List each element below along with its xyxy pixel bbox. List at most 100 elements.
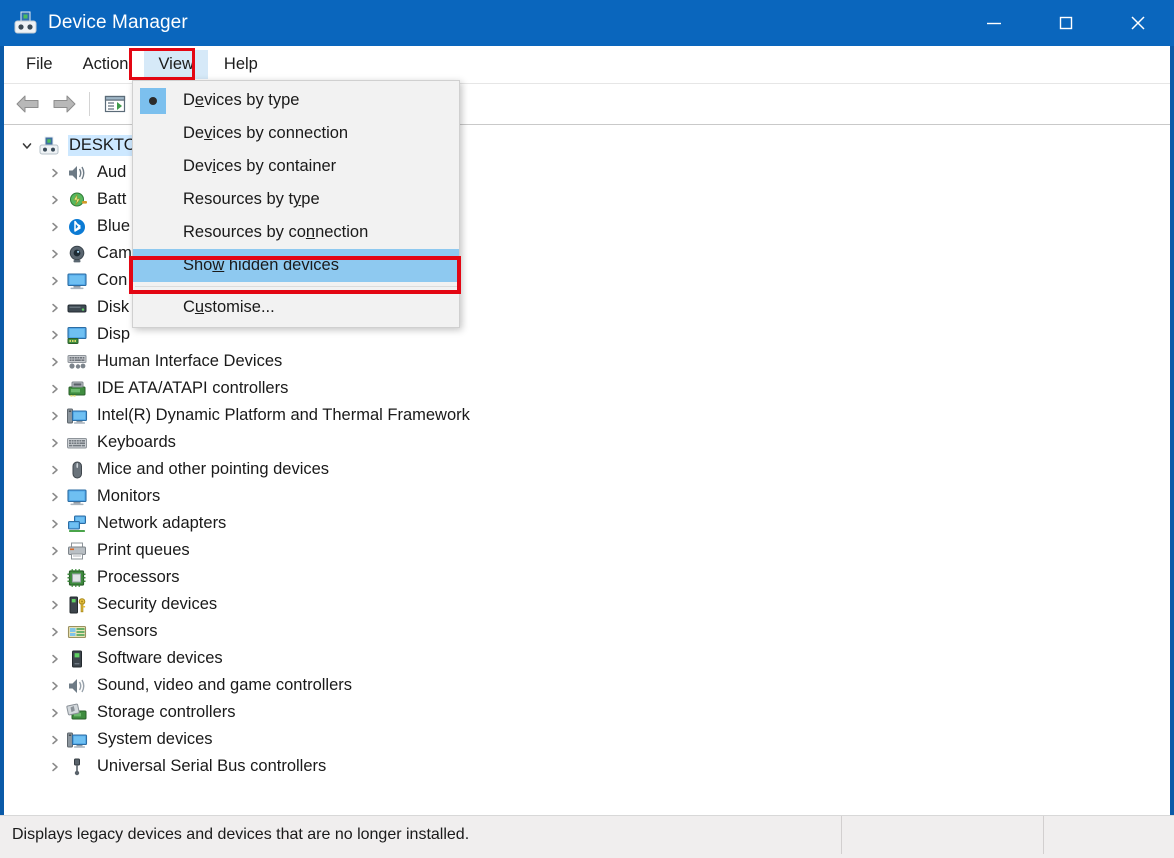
tree-item-sound-video-game-controllers[interactable]: Sound, video and game controllers <box>14 672 1170 699</box>
close-button[interactable] <box>1102 0 1174 46</box>
tree-item-intel-dynamic-platform[interactable]: Intel(R) Dynamic Platform and Thermal Fr… <box>14 402 1170 429</box>
chevron-right-icon[interactable] <box>44 221 66 233</box>
menu-item-label: Customise... <box>183 298 275 317</box>
tree-item-label: Disk <box>97 297 130 316</box>
tree-item-system-devices[interactable]: System devices <box>14 726 1170 753</box>
menu-view[interactable]: View <box>144 49 208 80</box>
tree-item-print-queues[interactable]: Print queues <box>14 537 1170 564</box>
tree-item-usb-controllers[interactable]: Universal Serial Bus controllers <box>14 753 1170 780</box>
status-bar: Displays legacy devices and devices that… <box>0 815 1174 858</box>
tree-item-network-adapters[interactable]: Network adapters <box>14 510 1170 537</box>
network-adapter-icon <box>66 514 88 534</box>
tree-item-software-devices[interactable]: Software devices <box>14 645 1170 672</box>
system-device-icon <box>66 730 88 750</box>
chevron-right-icon[interactable] <box>44 383 66 395</box>
ide-controller-icon <box>66 379 88 399</box>
tree-item-label: Aud <box>97 162 127 181</box>
tree-item-label: Cam <box>97 243 132 262</box>
sensor-icon <box>66 622 88 642</box>
security-device-icon <box>66 595 88 615</box>
chevron-right-icon[interactable] <box>44 194 66 206</box>
tree-item-label: IDE ATA/ATAPI controllers <box>97 378 289 397</box>
tree-item-label: Network adapters <box>97 513 227 532</box>
camera-icon <box>66 244 88 264</box>
status-pane-2 <box>841 816 1043 854</box>
tree-item-security-devices[interactable]: Security devices <box>14 591 1170 618</box>
storage-controller-icon <box>66 703 88 723</box>
chevron-right-icon[interactable] <box>44 734 66 746</box>
chevron-right-icon[interactable] <box>44 626 66 638</box>
window-title: Device Manager <box>48 12 188 33</box>
chevron-right-icon[interactable] <box>44 410 66 422</box>
chevron-right-icon[interactable] <box>44 491 66 503</box>
chevron-right-icon[interactable] <box>44 302 66 314</box>
tree-item-ide-controllers[interactable]: IDE ATA/ATAPI controllers <box>14 375 1170 402</box>
status-pane-3 <box>1043 816 1170 854</box>
menu-item-devices-by-container[interactable]: Devices by container <box>133 150 459 183</box>
chevron-right-icon[interactable] <box>44 545 66 557</box>
chevron-right-icon[interactable] <box>44 329 66 341</box>
chevron-right-icon[interactable] <box>44 464 66 476</box>
view-dropdown-menu[interactable]: Devices by type Devices by connection De… <box>132 80 460 328</box>
minimize-button[interactable] <box>958 0 1030 46</box>
chevron-right-icon[interactable] <box>44 518 66 530</box>
chevron-right-icon[interactable] <box>44 437 66 449</box>
tree-item-label: Universal Serial Bus controllers <box>97 756 327 775</box>
chevron-right-icon[interactable] <box>44 356 66 368</box>
tree-item-processors[interactable]: Processors <box>14 564 1170 591</box>
tree-item-label: Processors <box>97 567 180 586</box>
disk-drive-icon <box>66 298 88 318</box>
menu-item-show-hidden-devices[interactable]: Show hidden devices <box>133 249 459 282</box>
menu-item-devices-by-type[interactable]: Devices by type <box>133 84 459 117</box>
menu-item-resources-by-connection[interactable]: Resources by connection <box>133 216 459 249</box>
tree-item-label: Sound, video and game controllers <box>97 675 352 694</box>
tree-item-label: Print queues <box>97 540 190 559</box>
menu-item-devices-by-connection[interactable]: Devices by connection <box>133 117 459 150</box>
chevron-right-icon[interactable] <box>44 167 66 179</box>
usb-icon <box>66 757 88 777</box>
chevron-right-icon[interactable] <box>44 275 66 287</box>
chevron-right-icon[interactable] <box>44 599 66 611</box>
processor-icon <box>66 568 88 588</box>
chevron-right-icon[interactable] <box>44 707 66 719</box>
software-device-icon <box>66 649 88 669</box>
menu-item-label: Resources by connection <box>183 223 369 242</box>
chevron-right-icon[interactable] <box>44 680 66 692</box>
tree-item-human-interface-devices[interactable]: Human Interface Devices <box>14 348 1170 375</box>
show-hide-console-tree-button[interactable] <box>97 88 133 120</box>
tree-item-mice[interactable]: Mice and other pointing devices <box>14 456 1170 483</box>
chevron-right-icon[interactable] <box>44 761 66 773</box>
tree-item-label: Security devices <box>97 594 218 613</box>
chevron-down-icon[interactable] <box>16 140 38 152</box>
battery-icon <box>66 190 88 210</box>
tree-item-monitors[interactable]: Monitors <box>14 483 1170 510</box>
chevron-right-icon[interactable] <box>44 572 66 584</box>
forward-button[interactable] <box>46 88 82 120</box>
monitor-icon <box>66 487 88 507</box>
menu-item-resources-by-type[interactable]: Resources by type <box>133 183 459 216</box>
mouse-icon <box>66 460 88 480</box>
menu-file[interactable]: File <box>12 50 67 79</box>
tree-item-storage-controllers[interactable]: Storage controllers <box>14 699 1170 726</box>
maximize-button[interactable] <box>1030 0 1102 46</box>
tree-item-keyboards[interactable]: Keyboards <box>14 429 1170 456</box>
tree-item-label: Storage controllers <box>97 702 236 721</box>
tree-item-label: Con <box>97 270 128 289</box>
status-message: Displays legacy devices and devices that… <box>12 826 470 843</box>
tree-item-sensors[interactable]: Sensors <box>14 618 1170 645</box>
chevron-right-icon[interactable] <box>44 248 66 260</box>
menu-help[interactable]: Help <box>210 50 272 79</box>
tree-item-label: Human Interface Devices <box>97 351 283 370</box>
back-button[interactable] <box>10 88 46 120</box>
window-controls <box>958 0 1174 46</box>
display-adapter-icon <box>66 325 88 345</box>
audio-icon <box>66 163 88 183</box>
tree-item-label: Software devices <box>97 648 223 667</box>
menu-item-label: Devices by connection <box>183 124 349 143</box>
chevron-right-icon[interactable] <box>44 653 66 665</box>
menu-action[interactable]: Action <box>69 50 143 79</box>
tree-item-label: System devices <box>97 729 213 748</box>
menu-item-customise[interactable]: Customise... <box>133 291 459 324</box>
system-device-icon <box>66 406 88 426</box>
title-bar: Device Manager <box>0 0 1174 46</box>
